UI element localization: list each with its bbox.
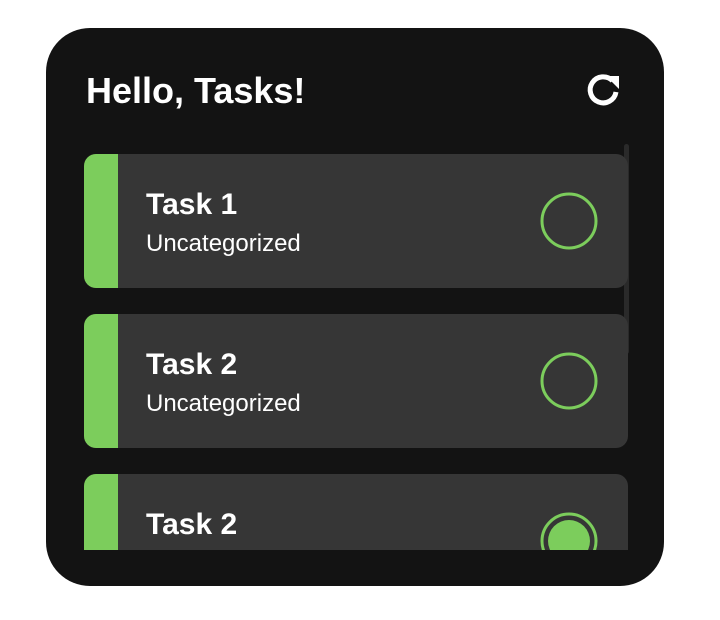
unchecked-circle-icon [540, 352, 598, 410]
widget-title: Hello, Tasks! [86, 70, 306, 111]
task-card[interactable]: Task 1 Uncategorized [84, 154, 628, 288]
unchecked-circle-icon [540, 192, 598, 250]
task-list: Task 1 Uncategorized Task 2 Uncategorize… [84, 154, 629, 550]
task-complete-toggle[interactable] [540, 352, 598, 410]
task-category: Uncategorized [146, 230, 301, 257]
task-title: Task 2 [146, 348, 238, 381]
refresh-icon [587, 74, 619, 106]
task-title: Task 1 [146, 188, 238, 221]
task-card[interactable]: Task 2 Uncategorized [84, 314, 628, 448]
checked-circle-icon [540, 512, 598, 550]
category-color-stripe [84, 154, 118, 288]
task-card[interactable]: Task 2 [84, 474, 628, 550]
category-color-stripe [84, 474, 118, 550]
task-category: Uncategorized [146, 390, 301, 417]
category-color-stripe [84, 314, 118, 448]
task-complete-toggle[interactable] [540, 512, 598, 550]
task-complete-toggle[interactable] [540, 192, 598, 250]
refresh-button[interactable] [582, 68, 626, 112]
task-title: Task 2 [146, 508, 238, 541]
tasks-widget: Hello, Tasks! Task 1 Uncategorized Task … [46, 28, 664, 586]
